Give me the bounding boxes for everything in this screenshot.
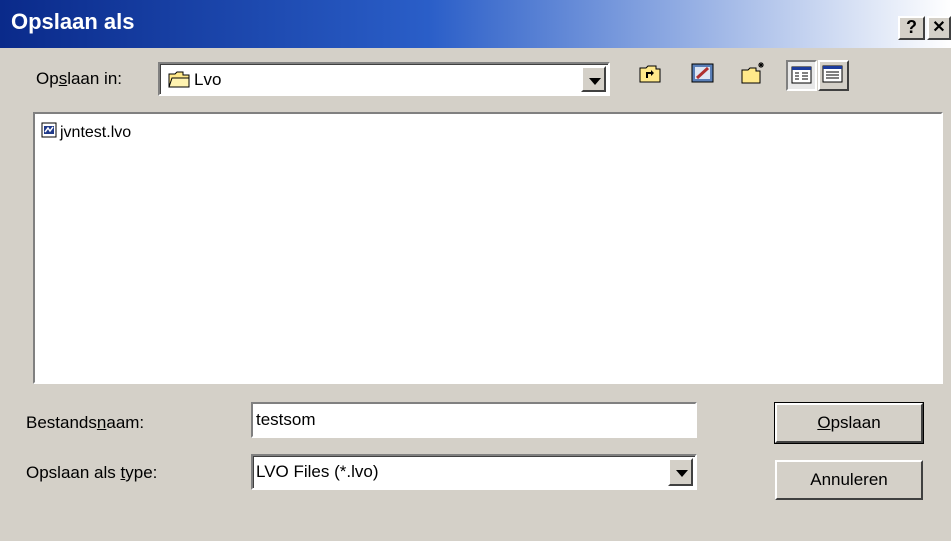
desktop-button[interactable] xyxy=(689,60,720,91)
save-as-dialog: Opslaan als ? ✕ Opslaan in: Lvo jvntest.… xyxy=(0,0,951,541)
save-in-dropdown[interactable]: Lvo xyxy=(158,62,610,96)
filetype-dropdown[interactable]: LVO Files (*.lvo) xyxy=(251,454,697,490)
up-folder-icon xyxy=(636,65,663,91)
folder-icon xyxy=(168,70,190,93)
filename-input[interactable]: testsom xyxy=(251,402,697,438)
title-bar[interactable]: Opslaan als ? ✕ xyxy=(0,0,951,48)
filename-value: testsom xyxy=(256,410,316,429)
details-view-icon xyxy=(821,63,844,91)
filetype-label: Opslaan als type: xyxy=(26,463,158,482)
file-icon xyxy=(41,122,57,143)
cancel-button[interactable]: Annuleren xyxy=(775,460,923,500)
list-view-icon xyxy=(790,64,813,92)
details-view-button[interactable] xyxy=(818,60,849,91)
filetype-value: LVO Files (*.lvo) xyxy=(256,462,379,481)
desktop-icon xyxy=(689,63,716,91)
new-folder-icon xyxy=(739,62,766,91)
save-in-label: Opslaan in: xyxy=(36,69,123,88)
save-in-value: Lvo xyxy=(194,70,222,89)
file-list[interactable]: jvntest.lvo xyxy=(33,112,943,384)
filename-label: Bestandsnaam: xyxy=(26,413,145,432)
file-name: jvntest.lvo xyxy=(60,123,132,141)
dialog-title: Opslaan als xyxy=(11,9,135,34)
up-folder-button[interactable] xyxy=(636,60,667,91)
save-in-dropdown-arrow[interactable] xyxy=(581,66,606,92)
filetype-dropdown-arrow[interactable] xyxy=(668,458,693,486)
help-button[interactable]: ? xyxy=(898,16,925,40)
save-button[interactable]: Opslaan xyxy=(774,402,924,444)
new-folder-button[interactable] xyxy=(739,60,770,91)
close-button[interactable]: ✕ xyxy=(927,16,951,40)
list-view-button[interactable] xyxy=(786,60,817,91)
list-item[interactable]: jvntest.lvo xyxy=(41,122,131,143)
